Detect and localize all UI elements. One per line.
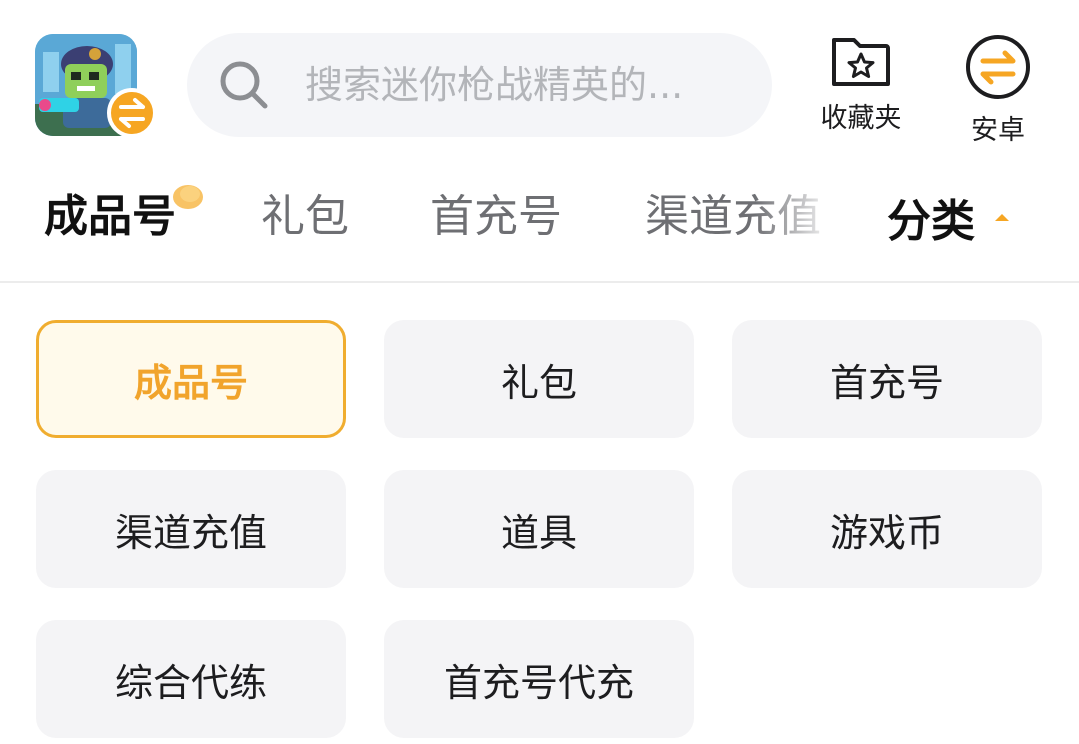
category-chip-items[interactable]: 道具 [384,470,694,588]
category-page: 搜索迷你枪战精英的... 收藏夹 安卓 成品号 礼包 首充号 渠道充值 分类 成 [0,0,1079,744]
swap-arrows-icon [966,35,1030,99]
category-toggle-button[interactable]: 分类 [887,186,1011,248]
category-chip-game-currency[interactable]: 游戏币 [732,470,1042,588]
caret-up-icon [995,214,1009,221]
tab-channel-recharge[interactable]: 渠道充值 [645,186,821,248]
category-chip-finished-account[interactable]: 成品号 [36,320,346,438]
search-placeholder: 搜索迷你枪战精英的... [305,63,684,107]
star-folder-icon [832,38,890,86]
category-chip-first-charge-proxy[interactable]: 首充号代充 [384,620,694,738]
tab-finished-account[interactable]: 成品号 [44,186,176,248]
platform-swap-badge [107,88,157,138]
category-chip-power-leveling[interactable]: 综合代练 [36,620,346,738]
android-platform-button[interactable]: 安卓 [943,34,1053,147]
favorites-button[interactable]: 收藏夹 [806,34,916,135]
swap-arrows-icon [119,98,145,128]
category-chip-first-charge[interactable]: 首充号 [732,320,1042,438]
tab-first-charge[interactable]: 首充号 [430,186,562,248]
category-chip-gift-pack[interactable]: 礼包 [384,320,694,438]
tab-channel-recharge-wrapper: 渠道充值 [645,186,835,248]
tab-gift-pack[interactable]: 礼包 [261,186,349,248]
favorites-label: 收藏夹 [820,103,902,134]
category-chip-channel-recharge[interactable]: 渠道充值 [36,470,346,588]
search-icon [220,61,268,109]
search-input[interactable]: 搜索迷你枪战精英的... [187,33,772,137]
game-app-icon[interactable] [35,34,157,138]
category-toggle-label: 分类 [887,196,975,247]
tab-divider [0,281,1079,283]
android-label: 安卓 [971,115,1025,146]
hot-badge-icon [173,185,203,209]
